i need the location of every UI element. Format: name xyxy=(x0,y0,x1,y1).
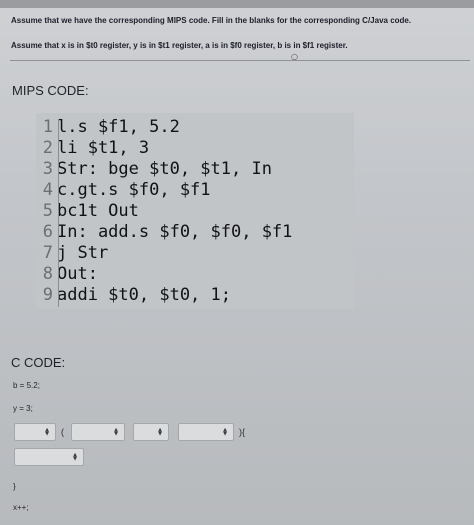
code-line: 4 c.gt.s $f0, $f1 xyxy=(36,180,211,200)
line-number: 3 xyxy=(42,159,53,179)
question-page: Assume that we have the corresponding MI… xyxy=(0,0,474,525)
dropdown-condition-right[interactable]: ▲ ▼ xyxy=(178,423,234,441)
line-number: 7 xyxy=(42,243,53,263)
line-number: 9 xyxy=(42,285,53,305)
dropdown-loop-body[interactable]: ▲ ▼ xyxy=(14,448,84,466)
line-number: 8 xyxy=(42,264,53,284)
dropdown-loop-keyword[interactable]: ▲ ▼ xyxy=(14,423,56,441)
close-paren-brace: ){ xyxy=(239,427,246,437)
code-text: j Str xyxy=(57,243,109,263)
code-line: 8 Out: xyxy=(36,264,98,284)
code-line: 7 j Str xyxy=(36,243,108,263)
code-line: 3 Str: bge $t0, $t1, In xyxy=(36,159,272,179)
dropdown-condition-operator[interactable]: ▲ ▼ xyxy=(133,423,169,441)
code-line: 2 li $t1, 3 xyxy=(36,138,149,158)
up-down-arrows-icon: ▲ ▼ xyxy=(45,427,49,437)
line-number: 1 xyxy=(42,117,53,137)
closing-brace: } xyxy=(13,482,16,491)
mips-heading: MIPS CODE: xyxy=(12,83,89,98)
up-down-arrows-icon: ▲ ▼ xyxy=(114,427,118,437)
line-number: 6 xyxy=(42,222,53,242)
code-text: c.gt.s $f0, $f1 xyxy=(57,180,211,200)
c-heading: C CODE: xyxy=(11,355,66,370)
up-down-arrows-icon: ▲ ▼ xyxy=(73,452,77,462)
top-divider xyxy=(0,0,474,8)
up-down-arrows-icon: ▲ ▼ xyxy=(158,427,162,437)
code-line: 6 In: add.s $f0, $f0, $f1 xyxy=(36,222,293,242)
code-gutter-divider xyxy=(58,119,59,307)
line-number: 4 xyxy=(42,180,53,200)
code-line: 5 bc1t Out xyxy=(36,201,139,221)
code-text: l.s $f1, 5.2 xyxy=(57,117,180,137)
code-text: Out: xyxy=(57,264,98,284)
open-paren: ( xyxy=(61,427,64,437)
code-text: li $t1, 3 xyxy=(57,138,150,158)
up-down-arrows-icon: ▲ ▼ xyxy=(223,427,227,437)
code-text: Str: bge $t0, $t1, In xyxy=(57,159,272,179)
code-text: In: add.s $f0, $f0, $f1 xyxy=(57,222,293,242)
instruction-line-2: Assume that x is in $t0 register, y is i… xyxy=(11,41,348,50)
line-number: 5 xyxy=(42,201,53,221)
instruction-line-1: Assume that we have the corresponding MI… xyxy=(11,16,412,25)
code-text: addi $t0, $t0, 1; xyxy=(57,285,231,305)
mips-code-block: 1 l.s $f1, 5.2 2 li $t1, 3 3 Str: bge $t… xyxy=(36,113,354,309)
code-line: 9 addi $t0, $t0, 1; xyxy=(36,285,231,305)
c-line-b: b = 5.2; xyxy=(13,381,40,390)
code-text: bc1t Out xyxy=(57,201,139,221)
line-number: 2 xyxy=(42,138,53,158)
dropdown-condition-left[interactable]: ▲ ▼ xyxy=(71,423,125,441)
c-line-y: y = 3; xyxy=(13,404,33,413)
section-divider xyxy=(10,60,470,61)
c-line-x: x++; xyxy=(13,503,29,512)
